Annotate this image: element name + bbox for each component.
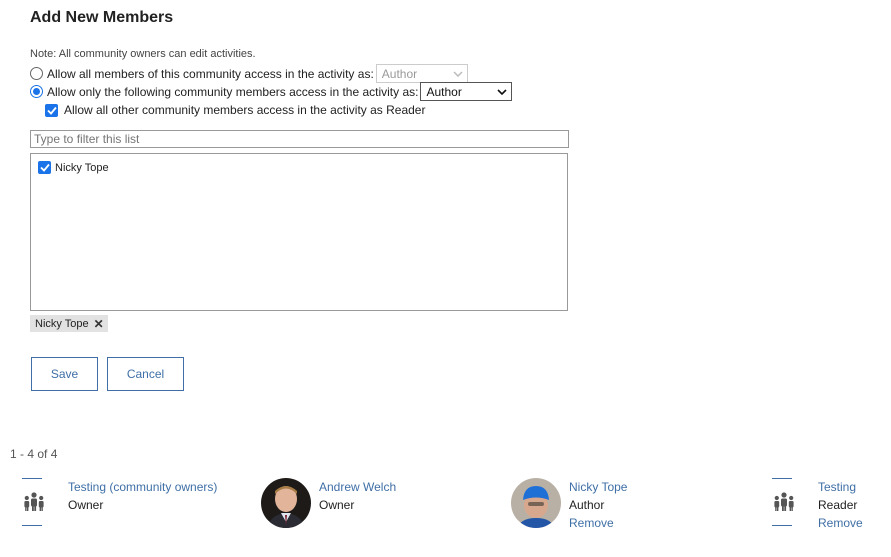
selected-tag: Nicky Tope ✕ <box>30 315 108 332</box>
member-role: Owner <box>68 498 104 512</box>
cancel-button[interactable]: Cancel <box>107 357 184 391</box>
list-item[interactable]: Nicky Tope <box>38 161 109 174</box>
remove-tag-icon[interactable]: ✕ <box>94 317 104 331</box>
group-avatar <box>760 478 808 526</box>
member-card: Nicky Tope Author Remove <box>511 478 671 530</box>
filter-input[interactable] <box>30 130 569 148</box>
chevron-down-icon <box>453 70 463 77</box>
member-card: Andrew Welch Owner <box>261 478 421 528</box>
members-count: 1 - 4 of 4 <box>10 447 58 461</box>
access-all-role-select: Author <box>375 64 468 83</box>
member-listbox[interactable]: Nicky Tope <box>30 153 568 311</box>
member-name-link[interactable]: Testing (community owners) <box>68 480 217 494</box>
access-only-radio[interactable] <box>30 85 43 98</box>
access-all-role-value: Author <box>381 66 418 81</box>
access-only-role-select[interactable]: Author <box>420 82 513 101</box>
member-name-link[interactable]: Nicky Tope <box>569 480 627 494</box>
selected-tag-label: Nicky Tope <box>35 317 89 330</box>
member-name-link[interactable]: Andrew Welch <box>319 480 396 494</box>
access-only-label: Allow only the following community membe… <box>47 84 419 99</box>
list-item-label: Nicky Tope <box>55 161 109 174</box>
group-icon <box>24 492 44 511</box>
access-all-row: Allow all members of this community acce… <box>30 64 468 83</box>
member-role: Reader <box>818 498 858 512</box>
reader-checkbox[interactable] <box>45 103 58 117</box>
member-card: Testing Reader Remove <box>760 478 880 530</box>
avatar <box>511 478 561 528</box>
reader-label: Allow all other community members access… <box>64 103 426 117</box>
page-title: Add New Members <box>30 9 174 26</box>
group-avatar <box>10 478 58 526</box>
checkmark-icon <box>46 106 57 115</box>
reader-row: Allow all other community members access… <box>45 103 425 117</box>
access-all-radio[interactable] <box>30 67 43 80</box>
owners-note: Note: All community owners can edit acti… <box>30 48 256 60</box>
save-button[interactable]: Save <box>31 357 98 391</box>
chevron-down-icon <box>497 88 508 95</box>
group-icon <box>774 492 794 511</box>
avatar <box>261 478 311 528</box>
member-role: Owner <box>319 498 355 512</box>
access-all-label: Allow all members of this community acce… <box>47 66 374 81</box>
list-item-checkbox[interactable] <box>38 161 51 174</box>
member-name-link[interactable]: Testing <box>818 480 856 494</box>
member-role: Author <box>569 498 605 512</box>
access-only-row: Allow only the following community membe… <box>30 82 513 101</box>
access-only-role-value: Author <box>426 84 462 99</box>
member-card: Testing (community owners) Owner <box>10 478 240 528</box>
remove-member-link[interactable]: Remove <box>818 516 863 530</box>
remove-member-link[interactable]: Remove <box>569 516 614 530</box>
checkmark-icon <box>39 163 50 172</box>
